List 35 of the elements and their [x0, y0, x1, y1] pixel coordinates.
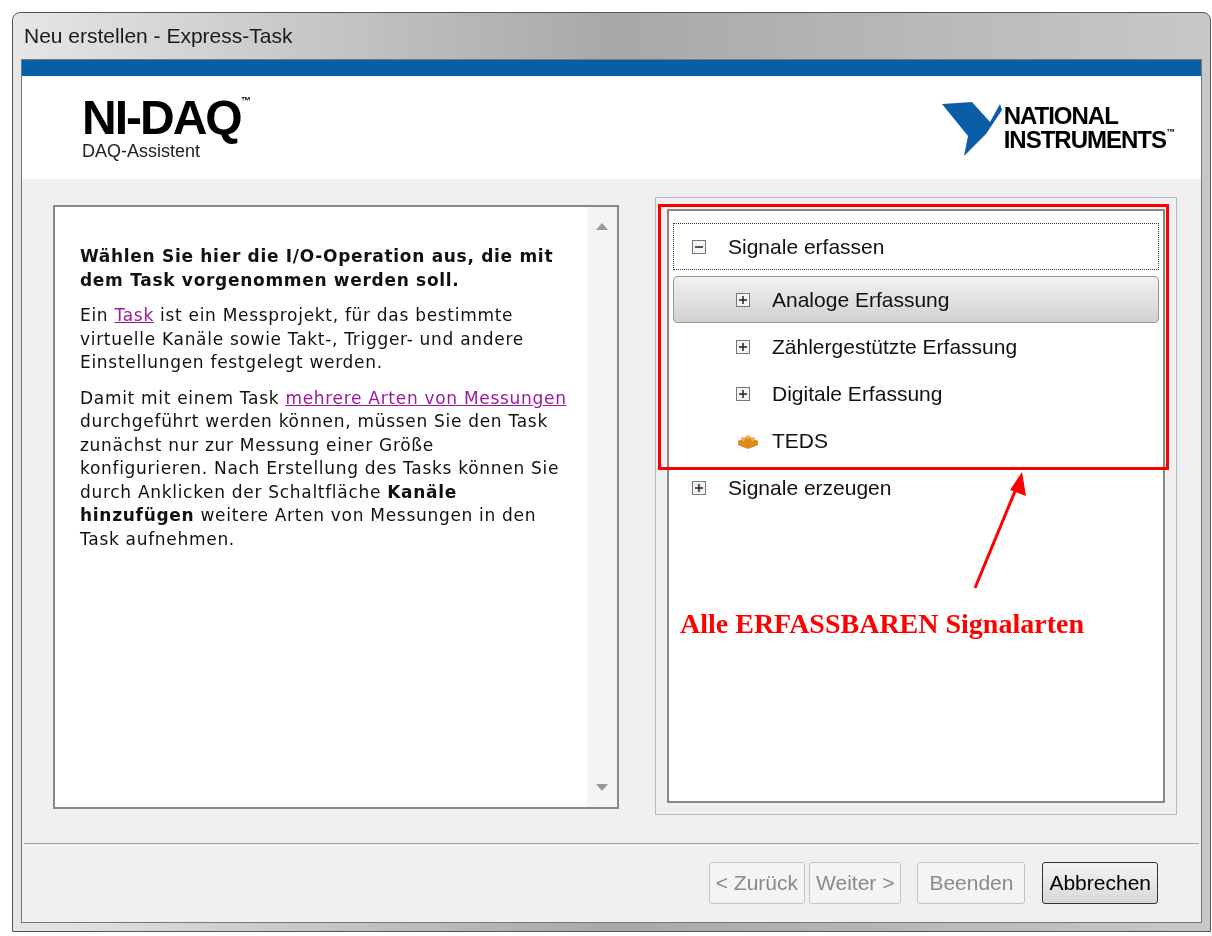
expand-icon[interactable]: [692, 480, 706, 495]
help-link[interactable]: Task: [114, 305, 154, 325]
product-subtitle: DAQ-Assistent: [82, 141, 201, 162]
tree-item[interactable]: Zählergestützte Erfassung: [673, 323, 1159, 370]
tree-item-label: Signale erzeugen: [728, 474, 892, 501]
scroll-up-icon[interactable]: [596, 223, 608, 230]
expand-icon[interactable]: [736, 292, 750, 307]
dialog-button[interactable]: Abbrechen: [1042, 862, 1158, 904]
logo-icon: [941, 100, 1002, 156]
logo-text: NATIONAL: [1003, 104, 1120, 128]
scroll-down-icon[interactable]: [596, 784, 608, 791]
annotation-label: Alle ERFASSBAREN Signalarten: [680, 607, 1084, 641]
trademark-mark: ™: [1166, 128, 1175, 137]
tree-item[interactable]: Digitale Erfassung: [673, 370, 1159, 417]
help-paragraph: Ein Task ist ein Messprojekt, für das bestimmte virtuelle Kanäle sowie Takt-, Trigger- und andere Einstellungen festgelegt werden.: [80, 304, 525, 374]
tree-item-label: Signale erfassen: [728, 233, 885, 260]
help-paragraph: Damit mit einem Task mehrere Arten von Messungen durchgeführt werden können, müssen Sie den Task zunächst nur zur Messung einer Größe konfigurieren. Nach Erstellung des Tasks können Sie durch Anklicken der Schaltfläche Kanäle hinzufügen weitere Arten von Messungen in den Task aufnehmen.: [80, 386, 567, 551]
tree-item-label: Analoge Erfassung: [772, 286, 950, 313]
tree-item[interactable]: Analoge Erfassung: [673, 276, 1159, 323]
window-title: Neu erstellen - Express-Task: [24, 23, 293, 50]
logo-text: INSTRUMENTS: [1003, 128, 1166, 152]
collapse-icon[interactable]: [692, 239, 706, 254]
tree-item[interactable]: TEDS: [673, 417, 1159, 464]
help-link[interactable]: mehrere Arten von Messungen: [285, 387, 567, 408]
scrollbar[interactable]: [587, 207, 617, 807]
expand-icon[interactable]: [736, 339, 750, 354]
expand-icon[interactable]: [736, 386, 750, 401]
help-heading: Wählen Sie hier die I/O-Operation aus, die mit dem Task vorgenommen werden soll.: [80, 245, 555, 292]
trademark-mark: ™: [240, 96, 251, 106]
tree-item[interactable]: Signale erzeugen: [673, 464, 1159, 511]
tree-item-label: Zählergestützte Erfassung: [772, 333, 1018, 360]
sensor-chip-icon: [736, 432, 760, 449]
tree-item[interactable]: Signale erfassen: [673, 223, 1159, 270]
tree-item-label: Digitale Erfassung: [772, 380, 943, 407]
tree-item-label: TEDS: [772, 427, 828, 454]
